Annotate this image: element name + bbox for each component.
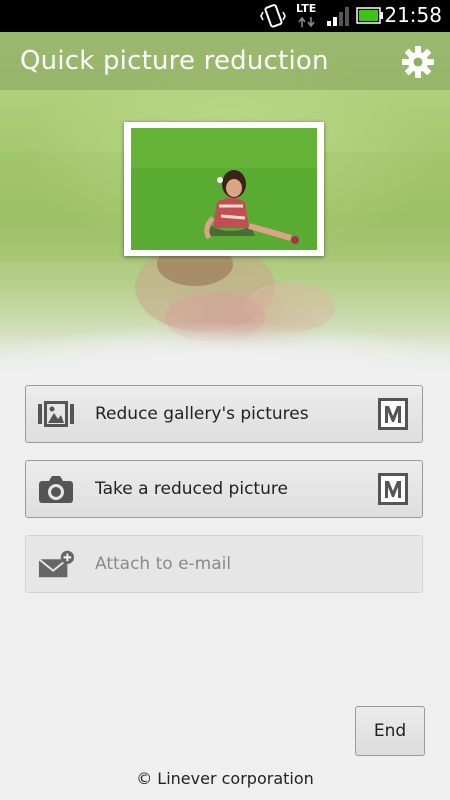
preview-photo [131,128,317,250]
reduce-gallery-label: Reduce gallery's pictures [95,404,309,424]
battery-icon [356,7,383,24]
preview-thumbnail [124,122,324,256]
copyright-text: © Linever corporation [136,769,314,788]
app-title: Quick picture reduction [20,46,329,76]
signal-icon [327,7,349,26]
app-screen: LTE 21:58 Quick picture reduction Reduce… [0,0,450,800]
m-size-icon [378,473,408,505]
status-bar: LTE 21:58 [0,0,450,32]
end-button[interactable]: End [355,706,425,756]
m-size-icon [378,398,408,430]
mail-add-icon [38,550,74,578]
lte-icon: LTE [296,2,318,30]
gear-icon[interactable] [400,44,436,80]
take-reduced-picture-button[interactable]: Take a reduced picture [25,460,423,518]
camera-icon [39,476,73,503]
vibrate-icon [260,4,286,28]
take-reduced-picture-label: Take a reduced picture [95,479,288,499]
clock: 21:58 [384,3,442,27]
attach-email-button[interactable]: Attach to e-mail [25,535,423,593]
attach-email-label: Attach to e-mail [95,554,232,574]
gallery-icon [38,401,74,427]
action-bar: Quick picture reduction [0,32,450,90]
network-type: LTE [296,2,317,15]
reduce-gallery-button[interactable]: Reduce gallery's pictures [25,385,423,443]
